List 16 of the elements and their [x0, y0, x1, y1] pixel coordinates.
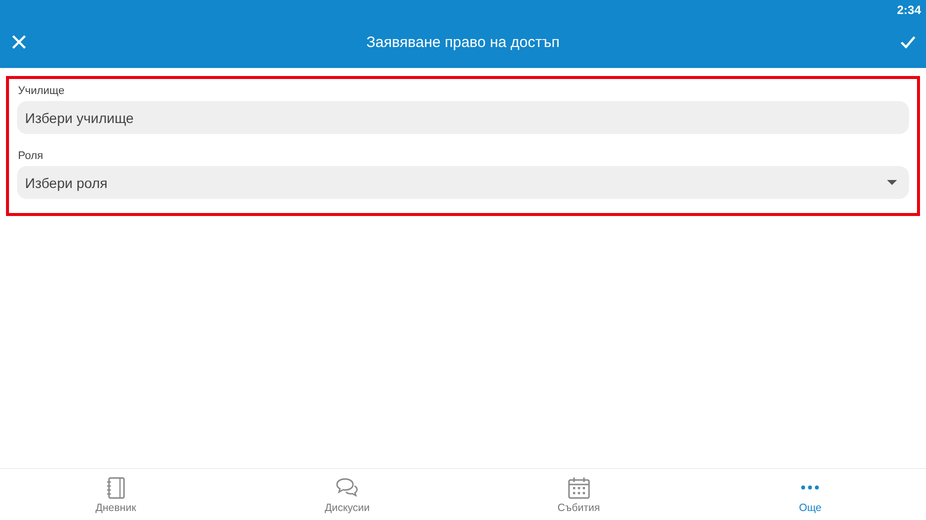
nav-tab[interactable]: Дискусии — [232, 469, 463, 520]
close-icon — [11, 34, 27, 50]
more-icon — [801, 485, 820, 490]
calendar-icon — [566, 476, 591, 500]
field-label: Роля — [18, 150, 44, 162]
nav-tab[interactable]: Още — [694, 469, 926, 520]
toolbar-title: Заявяване право на достъп — [366, 34, 560, 50]
nav-tab[interactable]: Дневник — [0, 469, 232, 520]
nav-tab[interactable]: Събития — [463, 469, 694, 520]
dropdown-field[interactable]: Избери роля — [17, 166, 909, 199]
check-icon — [900, 35, 916, 49]
caret-icon — [887, 180, 897, 185]
status-time: 2:34 — [896, 3, 921, 17]
input-field[interactable]: Избери училище — [17, 101, 909, 134]
chat-bubbles-icon — [335, 476, 360, 500]
field-label: Училище — [18, 85, 66, 97]
